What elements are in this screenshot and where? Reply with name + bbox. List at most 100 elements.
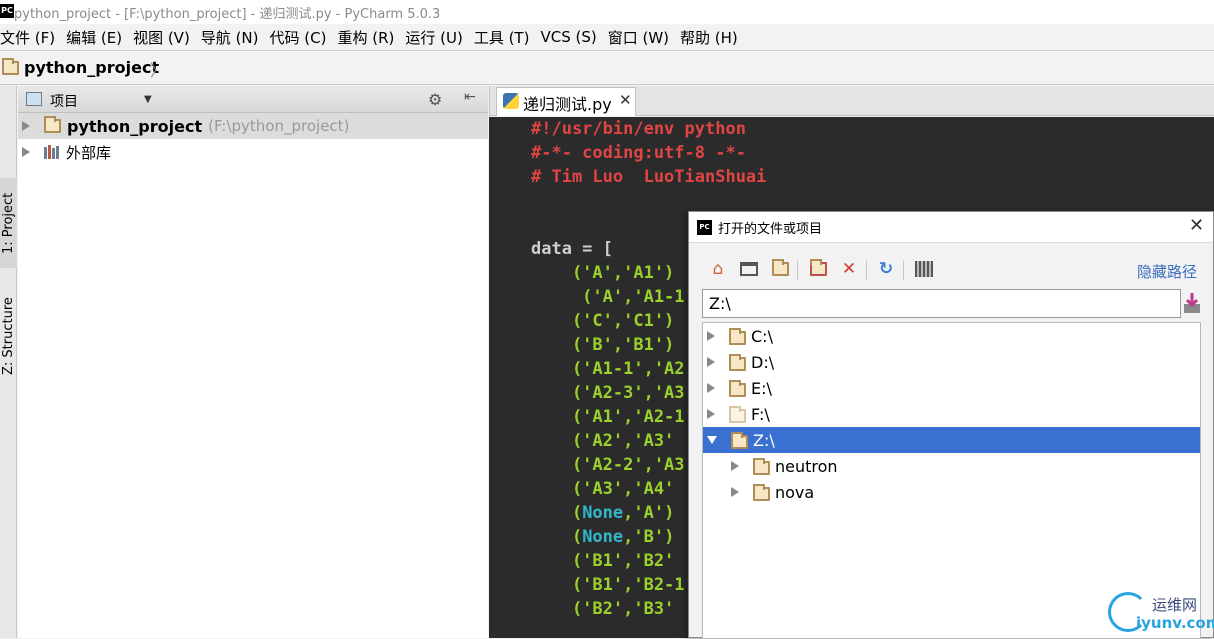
hide-path-link[interactable]: 隐藏路径 [1137,261,1197,282]
code-line: ('B','B1') [531,335,675,355]
folder-icon [729,406,746,423]
expand-arrow-icon[interactable] [707,409,715,419]
library-icon [44,145,60,159]
pycharm-icon: PC [697,220,712,235]
tool-tab-structure[interactable]: Z: Structure [0,286,17,386]
expand-arrow-icon[interactable] [731,487,739,497]
menu-item[interactable]: 代码 (C) [270,27,327,48]
menu-item[interactable]: 编辑 (E) [66,27,122,48]
path-input[interactable] [702,289,1181,318]
file-tree-row[interactable]: F:\ [703,401,1200,427]
menu-item[interactable]: 工具 (T) [474,27,530,48]
file-tree-row[interactable]: nova [703,479,1200,505]
project-panel-header: 项目 ▼ ⚙ ⇤ [18,86,488,113]
menu-item[interactable]: VCS (S) [540,28,596,46]
menu-item[interactable]: 运行 (U) [405,27,462,48]
refresh-icon[interactable]: ↻ [875,258,897,280]
code-line: #!/usr/bin/env python [531,119,746,139]
menu-item[interactable]: 重构 (R) [337,27,394,48]
expand-arrow-icon[interactable] [731,461,739,471]
file-tree-label: D:\ [751,352,775,372]
toolbar-separator [903,260,904,280]
download-icon[interactable] [1183,292,1201,314]
open-file-dialog: PC 打开的文件或项目 ✕ ⌂ ✕ ↻ 隐藏路径 C:\ D:\ E:\ F:\ Z:\… [688,211,1214,639]
watermark-logo: 运维网 iyunv.com [1108,590,1214,638]
project-tree-row[interactable]: 外部库 [18,139,488,165]
file-tree-row[interactable]: E:\ [703,375,1200,401]
expand-arrow-icon[interactable] [707,383,715,393]
project-view-icon [26,92,42,106]
expand-arrow-icon[interactable] [22,147,30,157]
close-icon[interactable]: ✕ [1189,215,1204,236]
show-hidden-icon[interactable] [913,258,935,280]
delete-icon[interactable]: ✕ [838,258,860,280]
code-line: ('A1-1','A2 [531,359,685,379]
folder-icon [44,116,61,133]
menu-item[interactable]: 窗口 (W) [608,27,669,48]
toolbar-separator [866,260,867,280]
tool-window-strip: 1: Project Z: Structure [0,86,17,638]
project-tree-row[interactable]: python_project (F:\python_project) [18,113,488,139]
close-tab-icon[interactable]: ✕ [619,91,632,109]
folder-icon [729,380,746,397]
project-view-select[interactable]: 项目 ▼ [26,90,152,110]
folder-icon [729,328,746,345]
project-view-label: 项目 [50,94,78,110]
tool-tab-project[interactable]: 1: Project [0,178,17,268]
file-tree-label: E:\ [751,378,772,398]
file-tree-row[interactable]: Z:\ [703,427,1200,453]
project-panel: 项目 ▼ ⚙ ⇤ python_project (F:\python_projec… [18,86,488,638]
editor-tab[interactable]: 递归测试.py ✕ [496,87,636,116]
file-tree-row[interactable]: D:\ [703,349,1200,375]
folder-icon [753,458,770,475]
code-line: ('A1','A2-1 [531,407,685,427]
file-tree-row[interactable]: neutron [703,453,1200,479]
navigation-bar: python_project 〉 [0,50,1214,85]
hide-panel-icon[interactable]: ⇤ [464,89,476,105]
code-line: ('A2-3','A3 [531,383,685,403]
collapse-arrow-icon[interactable] [707,436,717,444]
code-line: ('B1','B2-1 [531,575,685,595]
gear-icon[interactable]: ⚙ [428,90,442,109]
project-tree-label: 外部库 [66,143,112,162]
expand-arrow-icon[interactable] [707,331,715,341]
desktop-icon[interactable] [738,258,760,280]
dropdown-arrow-icon: ▼ [144,94,152,105]
new-folder-icon[interactable] [807,258,829,280]
file-tree-label: neutron [775,456,838,476]
pycharm-icon: PC [0,4,14,18]
code-line: data = [ [531,239,613,259]
dialog-title-bar: PC 打开的文件或项目 ✕ [689,212,1213,243]
code-line: ('B2','B3' [531,599,675,619]
code-line: # Tim Luo LuoTianShuai [531,167,767,187]
home-icon[interactable]: ⌂ [707,258,729,280]
expand-arrow-icon[interactable] [22,121,30,131]
code-line: ('A','A1') [531,263,675,283]
dialog-title: 打开的文件或项目 [718,222,823,237]
file-tree-row[interactable]: C:\ [703,323,1200,349]
expand-arrow-icon[interactable] [707,357,715,367]
folder-icon [731,432,748,449]
dialog-toolbar: ⌂ ✕ ↻ 隐藏路径 [689,256,1213,286]
code-line: ('A','A1-1 [531,287,685,307]
project-folder-icon[interactable] [769,258,791,280]
watermark-cn: 运维网 [1152,596,1198,614]
breadcrumb-project[interactable]: python_project [24,58,159,77]
code-line: #-*- coding:utf-8 -*- [531,143,746,163]
code-line: ('C','C1') [531,311,675,331]
folder-icon [2,58,19,75]
menu-item[interactable]: 帮助 (H) [680,27,738,48]
code-line: (None,'A') [531,503,675,523]
code-line: ('A2-2','A3 [531,455,685,475]
menu-item[interactable]: 文件 (F) [0,27,55,48]
code-line: ('A2','A3' [531,431,675,451]
menu-item[interactable]: 视图 (V) [133,27,190,48]
project-tree-label: python_project [67,116,203,136]
toolbar-separator [797,260,798,280]
menu-item[interactable]: 导航 (N) [201,27,259,48]
folder-icon [753,484,770,501]
code-line: ('B1','B2' [531,551,675,571]
file-tree-label: C:\ [751,326,773,346]
python-file-icon [503,93,519,109]
title-bar: PC python_project - [F:\python_project] … [0,0,1214,24]
